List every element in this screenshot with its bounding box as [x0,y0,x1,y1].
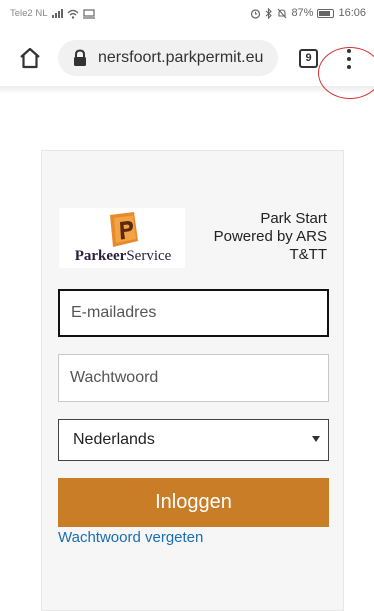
screen-icon [82,8,95,19]
brand-text: Park Start Powered by ARS T&TT [187,210,327,264]
brand-line-1: Park Start [260,210,327,227]
tab-switcher-button[interactable]: 9 [299,49,318,68]
logo-word-1: Parkeer [74,248,127,264]
status-bar: Tele2 NL 87% 16:06 [0,0,374,26]
logo-word-2: Service [126,248,172,264]
forgot-password-link[interactable]: Wachtwoord vergeten [58,529,203,546]
wifi-icon [67,9,78,19]
address-bar[interactable]: nersfoort.parkpermit.eu [58,40,278,76]
bluetooth-icon [266,7,273,19]
language-selected: Nederlands [73,431,155,448]
password-placeholder: Wachtwoord [70,369,159,386]
lock-icon[interactable] [72,49,88,67]
annotation-circle [318,47,374,99]
clock: 16:06 [338,7,366,19]
carrier-label: Tele2 NL [10,8,48,19]
toolbar-shadow [0,86,374,94]
parking-p-icon [110,212,138,247]
logo-wordmark: ParkeerService [61,248,185,265]
brand-line-3: T&TT [289,246,328,263]
mute-icon [278,8,287,18]
status-left: Tele2 NL [10,8,95,19]
status-right: 87% 16:06 [250,7,366,19]
url-text[interactable]: nersfoort.parkpermit.eu [98,49,263,67]
brand-line-2: Powered by ARS [213,228,327,245]
battery-percent: 87% [291,7,314,19]
battery-icon [317,8,335,18]
login-card: ParkeerService Park Start Powered by ARS… [41,150,344,611]
dropdown-arrow-icon [312,436,320,442]
password-field[interactable]: Wachtwoord [58,354,329,402]
login-button[interactable]: Inloggen [58,478,329,527]
home-icon[interactable] [18,46,42,70]
signal-icon [51,9,63,18]
parkeerservice-logo: ParkeerService [59,208,185,268]
language-select[interactable]: Nederlands [58,419,329,461]
alarm-icon [251,8,261,19]
email-field[interactable]: E-mailadres [58,289,329,337]
email-placeholder: E-mailadres [71,304,157,321]
